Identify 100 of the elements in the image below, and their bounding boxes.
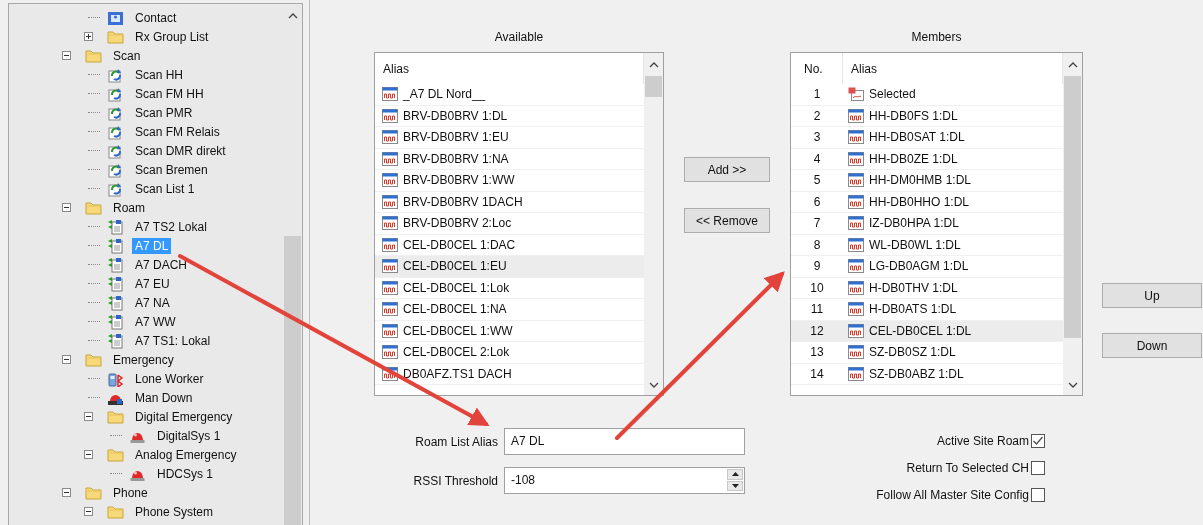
- scroll-thumb[interactable]: [645, 76, 662, 97]
- expander-icon[interactable]: [62, 51, 71, 60]
- number-field[interactable]: -108: [504, 467, 745, 494]
- list-row[interactable]: CEL-DB0CEL 1:NA: [375, 299, 644, 321]
- tree-item[interactable]: A7 TS1: Lokal: [132, 332, 214, 349]
- list-row[interactable]: 14 SZ-DB0ABZ 1:DL: [791, 363, 1063, 385]
- expander-icon[interactable]: [84, 507, 93, 516]
- list-row[interactable]: BRV-DB0BRV 1:DL: [375, 105, 644, 127]
- channel-icon: [382, 194, 398, 209]
- scroll-thumb[interactable]: [1064, 76, 1081, 338]
- tree-item[interactable]: A7 EU: [132, 275, 173, 292]
- input-field[interactable]: A7 DL: [504, 428, 745, 455]
- folder-icon: [107, 29, 124, 44]
- list-row[interactable]: 5 HH-DM0HMB 1:DL: [791, 170, 1063, 192]
- chevron-down-icon[interactable]: [648, 382, 659, 388]
- tree-item[interactable]: Lone Worker: [132, 370, 207, 387]
- column-header[interactable]: No.: [791, 53, 843, 84]
- spin-up-button[interactable]: [727, 469, 743, 480]
- remove-button[interactable]: << Remove: [684, 208, 770, 233]
- channel-icon: [848, 194, 864, 209]
- folder-icon: [85, 485, 102, 500]
- tree-item[interactable]: A7 TS2 Lokal: [132, 218, 210, 235]
- list-row[interactable]: CEL-DB0CEL 1:WW: [375, 320, 644, 342]
- channel-icon: [848, 151, 864, 166]
- list-row[interactable]: 3 HH-DB0SAT 1:DL: [791, 127, 1063, 149]
- expander-icon[interactable]: [62, 488, 71, 497]
- list-row[interactable]: 1 Selected: [791, 84, 1063, 106]
- list-row[interactable]: CEL-DB0CEL 2:Lok: [375, 342, 644, 364]
- list-row[interactable]: 7 IZ-DB0HPA 1:DL: [791, 213, 1063, 235]
- chevron-up-icon[interactable]: [287, 13, 298, 19]
- channel-icon: [382, 173, 398, 188]
- channel-icon: [382, 259, 398, 274]
- tree-item[interactable]: A7 DACH: [132, 256, 190, 273]
- tree-item[interactable]: Rx Group List: [132, 28, 212, 45]
- tree-item[interactable]: Emergency: [110, 351, 177, 368]
- tree-item[interactable]: Scan HH: [132, 66, 187, 83]
- tree-item[interactable]: Digital Emergency: [132, 408, 236, 425]
- scrollbar[interactable]: [644, 53, 663, 395]
- expander-icon[interactable]: [62, 355, 71, 364]
- add-button[interactable]: Add >>: [684, 157, 770, 182]
- checkbox[interactable]: [1031, 461, 1045, 475]
- tree-item[interactable]: Scan: [110, 47, 144, 64]
- list-row[interactable]: 2 HH-DB0FS 1:DL: [791, 105, 1063, 127]
- list-row[interactable]: 11 H-DB0ATS 1:DL: [791, 299, 1063, 321]
- list-row[interactable]: 12 CEL-DB0CEL 1:DL: [791, 320, 1063, 342]
- tree-item[interactable]: HDCSys 1: [154, 465, 216, 482]
- expander-icon[interactable]: [84, 450, 93, 459]
- tree-item[interactable]: Contact: [132, 9, 180, 26]
- tree-item[interactable]: Analog Emergency: [132, 446, 240, 463]
- list-row[interactable]: BRV-DB0BRV 1:NA: [375, 148, 644, 170]
- channel-icon: [848, 323, 864, 338]
- list-row[interactable]: BRV-DB0BRV 1:WW: [375, 170, 644, 192]
- checkbox[interactable]: [1031, 434, 1045, 448]
- list-row[interactable]: CEL-DB0CEL 1:EU: [375, 256, 644, 278]
- list-row[interactable]: 13 SZ-DB0SZ 1:DL: [791, 342, 1063, 364]
- expander-icon[interactable]: [62, 203, 71, 212]
- tree-item[interactable]: Phone System: [132, 503, 217, 520]
- channel-icon: [382, 130, 398, 145]
- triangle-down-icon: [731, 483, 739, 488]
- scroll-thumb[interactable]: [284, 236, 301, 525]
- tree-item[interactable]: DigitalSys 1: [154, 427, 224, 444]
- document-arrows-icon: [107, 275, 124, 292]
- tree-item[interactable]: Roam: [110, 199, 148, 216]
- chevron-up-icon[interactable]: [648, 62, 659, 68]
- checkbox-label: Return To Selected CH: [906, 461, 1029, 475]
- tree-item[interactable]: A7 NA: [132, 294, 173, 311]
- spin-down-button[interactable]: [727, 480, 743, 491]
- tree-item[interactable]: Scan FM HH: [132, 85, 207, 102]
- tree-item[interactable]: Phone: [110, 484, 151, 501]
- channel-icon: [848, 130, 864, 145]
- list-row[interactable]: BRV-DB0BRV 1:EU: [375, 127, 644, 149]
- chevron-down-icon[interactable]: [1067, 382, 1078, 388]
- list-row[interactable]: BRV-DB0BRV 2:Loc: [375, 213, 644, 235]
- chevron-up-icon[interactable]: [1067, 62, 1078, 68]
- tree-item[interactable]: Scan PMR: [132, 104, 196, 121]
- list-row[interactable]: DB0AFZ.TS1 DACH: [375, 363, 644, 385]
- down-button[interactable]: Down: [1102, 333, 1202, 358]
- tree-item[interactable]: Scan List 1: [132, 180, 198, 197]
- list-row[interactable]: 8 WL-DB0WL 1:DL: [791, 234, 1063, 256]
- list-row[interactable]: 10 H-DB0THV 1:DL: [791, 277, 1063, 299]
- tree-item[interactable]: Man Down: [132, 389, 196, 406]
- expander-icon[interactable]: [84, 32, 93, 41]
- scrollbar[interactable]: [1063, 53, 1082, 395]
- list-row[interactable]: 4 HH-DB0ZE 1:DL: [791, 148, 1063, 170]
- up-button[interactable]: Up: [1102, 283, 1202, 308]
- tree-item[interactable]: Scan Bremen: [132, 161, 211, 178]
- list-row[interactable]: 9 LG-DB0AGM 1:DL: [791, 256, 1063, 278]
- channel-icon: [848, 302, 864, 317]
- list-row[interactable]: _A7 DL Nord__: [375, 84, 644, 106]
- list-row[interactable]: 6 HH-DB0HHO 1:DL: [791, 191, 1063, 213]
- tree-item[interactable]: A7 WW: [132, 313, 179, 330]
- tree-item[interactable]: Scan FM Relais: [132, 123, 223, 140]
- expander-icon[interactable]: [84, 412, 93, 421]
- tree-item[interactable]: Scan DMR direkt: [132, 142, 229, 159]
- list-row[interactable]: BRV-DB0BRV 1DACH: [375, 191, 644, 213]
- list-row[interactable]: CEL-DB0CEL 1:Lok: [375, 277, 644, 299]
- list-title: Available: [493, 30, 545, 46]
- checkbox[interactable]: [1031, 488, 1045, 502]
- channel-icon: [382, 108, 398, 123]
- document-arrows-icon: [107, 218, 124, 235]
